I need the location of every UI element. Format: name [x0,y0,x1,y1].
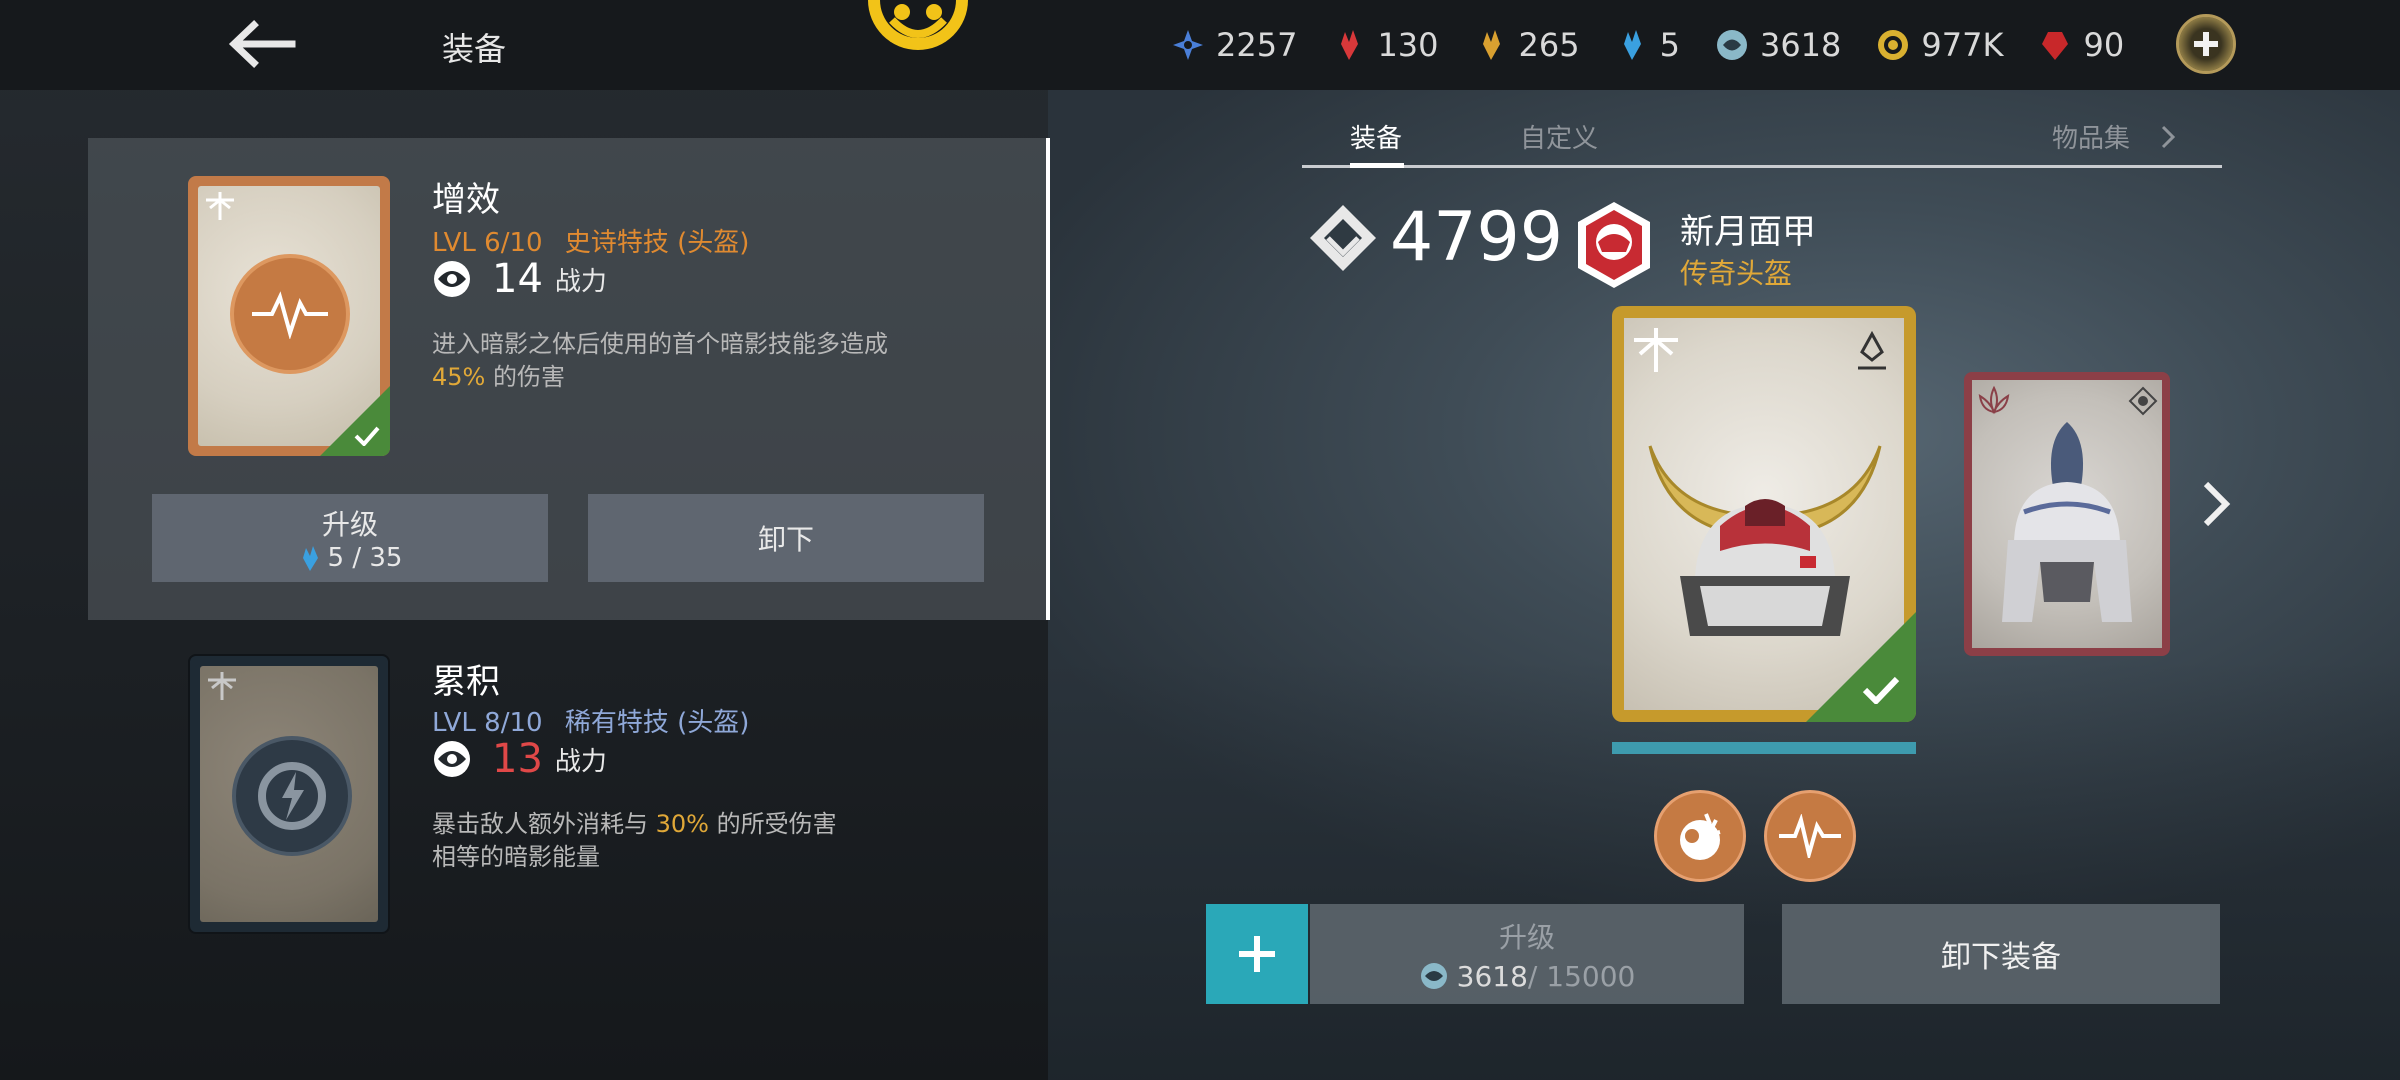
page-title: 装备 [442,30,507,68]
item-name: 新月面甲 [1680,212,1816,252]
equipped-gear-card[interactable] [1612,306,1916,722]
pulse-icon [1779,814,1841,858]
blue-crystal-icon [1614,27,1650,63]
currency-value: 5 [1659,26,1680,64]
tab-collection[interactable]: 物品集 [2052,118,2176,155]
currency-orbs: 3618 [1714,26,1841,64]
perk-upgrade-button[interactable]: 升级 5 / 35 [152,494,548,582]
burst-icon [1680,813,1721,860]
upgrade-cost: 3618 / 15000 [1419,960,1635,993]
plus-icon [2194,32,2218,56]
dragonfly-icon [206,192,234,220]
back-arrow-icon [228,20,296,68]
perk-slot-pulse[interactable] [1764,790,1856,882]
next-gear-arrow-icon[interactable] [2196,476,2236,532]
gear-upgrade-progress [1612,742,1916,754]
gold-crystal-icon [1473,27,1509,63]
perk-description: 暴击敌人额外消耗与 30% 的所受伤害 相等的暗影能量 [432,810,837,871]
perk-name: 累积 [432,662,500,702]
plus-icon [1239,936,1275,972]
check-icon [1862,676,1900,704]
currency-value: 130 [1377,26,1439,64]
perk-power: 13 战力 [432,736,607,782]
perk-description: 进入暗影之体后使用的首个暗影技能多造成 45% 的伤害 [432,330,888,391]
currency-coins: 977K [1875,26,2003,64]
currency-rubies: 90 [2037,26,2124,64]
currency-stars: 2257 [1170,26,1297,64]
top-bar: 装备 2257 130 265 5 3618 977K 90 [0,0,2400,90]
helmet-category-icon [1578,202,1650,288]
alternate-gear-card[interactable] [1964,372,2170,656]
add-currency-button[interactable] [2176,14,2236,74]
check-icon [354,426,380,446]
chevron-right-icon [2161,125,2176,148]
tab-customize[interactable]: 自定义 [1520,118,1598,155]
ruby-icon [2037,27,2073,63]
clan-emblem-icon [868,0,968,50]
dragonfly-icon [1634,328,1678,372]
perk-name: 增效 [432,180,500,220]
plumed-helmet-icon [2002,422,2132,622]
gold-coin-icon [1875,27,1911,63]
tab-equipment[interactable]: 装备 [1350,118,1402,155]
pulse-icon [230,254,350,374]
blue-star-icon [1170,27,1206,63]
perk-card [188,176,390,456]
currency-value: 90 [2083,26,2125,64]
currency-blue-crystals: 5 [1614,26,1680,64]
active-tab-indicator [1350,163,1404,168]
dragonfly-icon [208,672,236,700]
currency-red-crystals: 130 [1331,26,1439,64]
unequip-gear-button[interactable]: 卸下装备 [1782,904,2220,1004]
perk-level: LVL 6/10 史诗特技 (头盔) [432,228,750,258]
location-pin-icon [1858,330,1886,370]
gear-power-value: 4799 [1390,198,1564,277]
currency-value: 2257 [1216,26,1298,64]
perk-card [188,654,390,934]
currency-value: 265 [1518,26,1580,64]
perk-entry[interactable]: 累积 LVL 8/10 稀有特技 (头盔) 13 战力 暴击敌人额外消耗与 30… [88,640,1050,940]
perk-slot-burst[interactable] [1654,790,1746,882]
red-crystal-icon [1331,27,1367,63]
perk-power: 14 战力 [432,256,607,302]
perk-level: LVL 8/10 稀有特技 (头盔) [432,708,750,738]
currency-value: 3618 [1759,26,1842,64]
perk-entry-selected[interactable]: 增效 LVL 6/10 史诗特技 (头盔) 14 战力 进入暗影之体后使用的首个… [88,138,1050,620]
gear-score-icon [1310,204,1376,271]
add-upgrade-resource-button[interactable] [1206,904,1308,1004]
tab-bar: 装备 自定义 物品集 [1302,112,2222,168]
swirl-orb-icon [1714,27,1750,63]
currency-gold-crystals: 265 [1473,26,1580,64]
currency-value: 977K [1921,26,2004,64]
power-swirl-icon [434,741,470,777]
perk-unequip-button[interactable]: 卸下 [588,494,984,582]
back-button[interactable] [220,14,300,74]
power-swirl-icon [434,261,470,297]
lightning-swirl-icon [232,736,352,856]
currency-bar: 2257 130 265 5 3618 977K 90 [1170,22,2158,68]
gear-power: 4799 [1306,198,1563,277]
item-rarity: 传奇头盔 [1680,257,1793,290]
swirl-orb-icon [1420,963,1447,989]
gear-upgrade-button[interactable]: 升级 3618 / 15000 [1310,904,1744,1004]
blue-crystal-icon [302,546,318,571]
